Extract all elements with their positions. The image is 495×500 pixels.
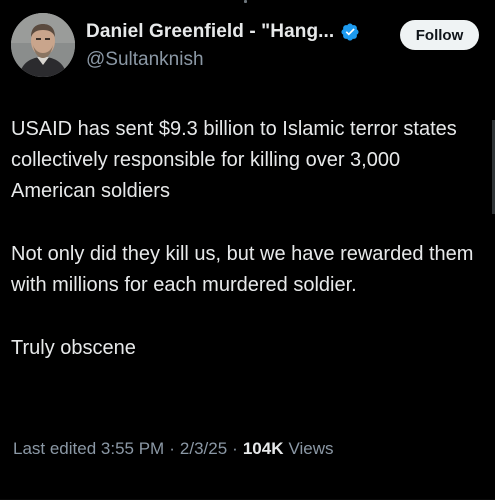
meta-separator: · (169, 439, 175, 458)
tweet-text: USAID has sent $9.3 billion to Islamic t… (11, 114, 487, 396)
verified-badge-icon (340, 22, 360, 42)
edited-timestamp[interactable]: Last edited 3:55 PM (13, 439, 164, 459)
views-label: Views (288, 439, 334, 458)
tweet-meta: Last edited 3:55 PM · 2/3/25 · 104K View… (13, 439, 334, 459)
avatar-photo (11, 13, 75, 77)
tweet-paragraph-1: USAID has sent $9.3 billion to Islamic t… (11, 118, 457, 202)
tweet-header: Daniel Greenfield - "Hang... @Sultanknis… (11, 13, 481, 81)
author-name-row[interactable]: Daniel Greenfield - "Hang... (86, 18, 360, 46)
avatar[interactable] (11, 13, 75, 77)
tweet-paragraph-2: Not only did they kill us, but we have r… (11, 243, 474, 296)
views-count: 104K (242, 439, 284, 458)
author-handle[interactable]: @Sultanknish (86, 49, 204, 71)
meta-separator: · (232, 439, 238, 458)
top-edge (0, 0, 495, 3)
tweet-date[interactable]: 2/3/25 (180, 439, 227, 459)
author-display-name[interactable]: Daniel Greenfield - "Hang... (86, 21, 334, 43)
tweet-paragraph-3: Truly obscene (11, 337, 136, 359)
top-edge-mark (244, 0, 247, 3)
follow-button[interactable]: Follow (400, 20, 479, 50)
